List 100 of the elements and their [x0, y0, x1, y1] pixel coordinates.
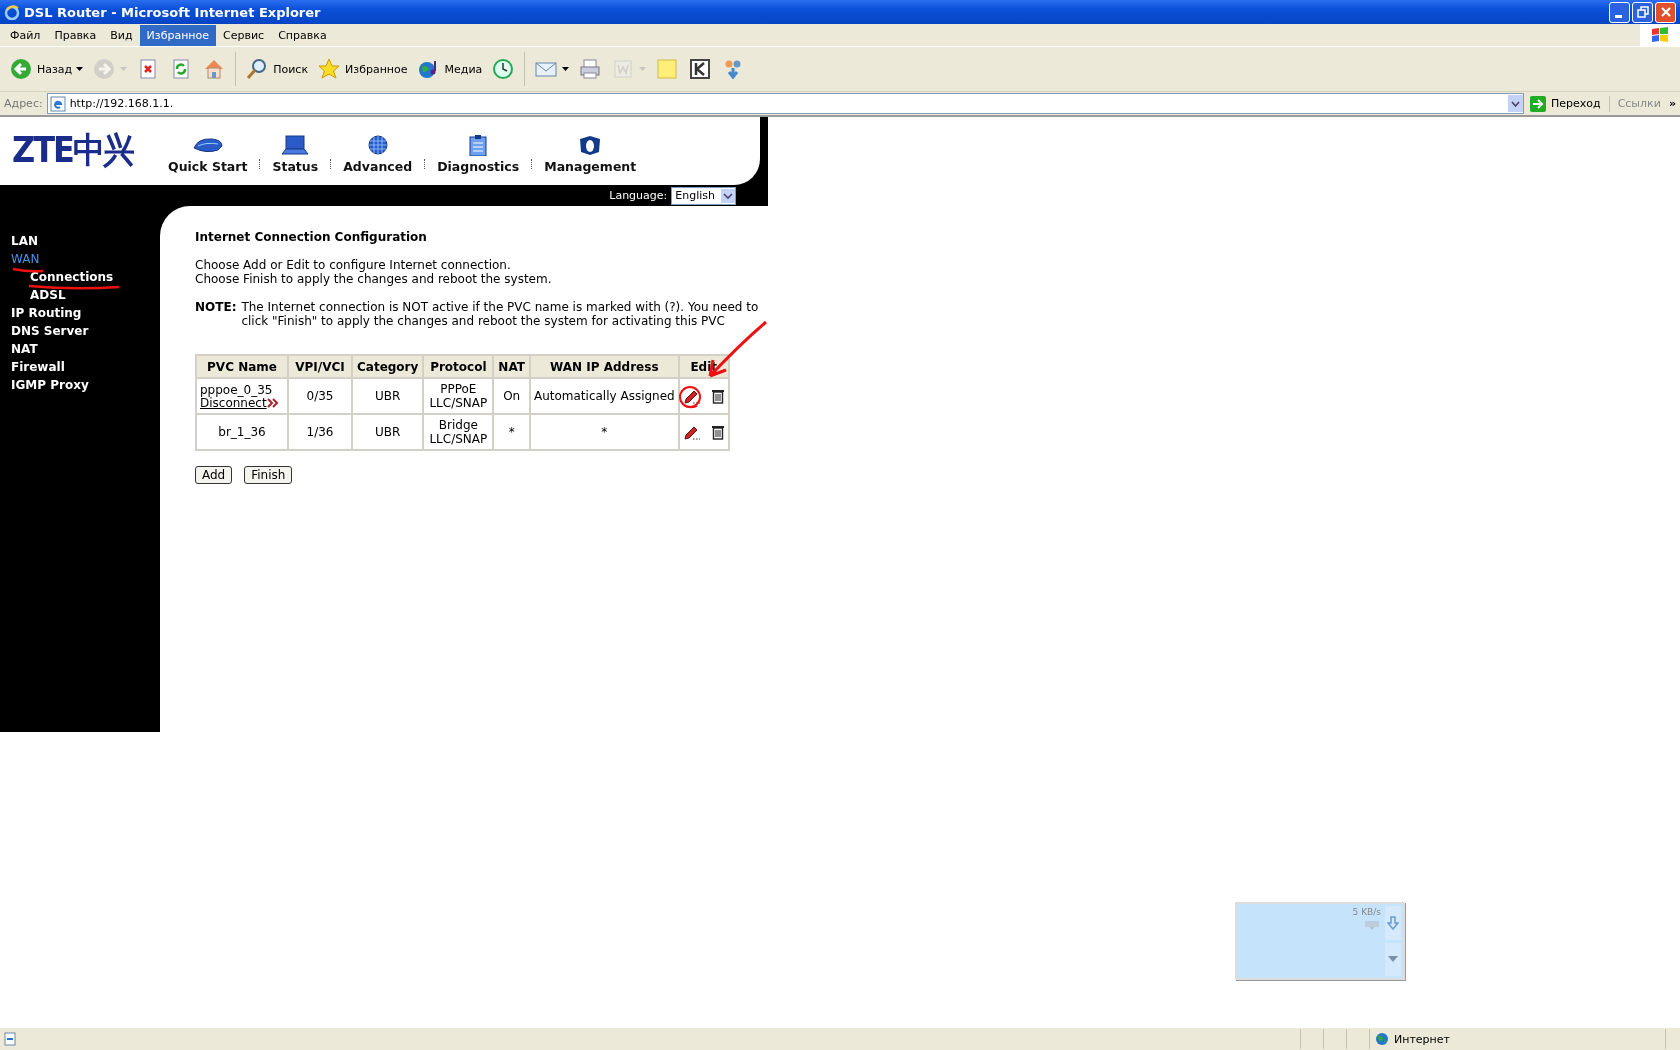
printer-icon — [578, 57, 603, 81]
instruction-text: Choose Add or Edit to configure Internet connection. — [195, 258, 512, 272]
sidebar-link[interactable]: Firewall — [11, 358, 65, 376]
sidebar-link[interactable]: NAT — [11, 340, 38, 358]
history-clock-icon — [491, 57, 516, 81]
page-heading: Internet Connection Configuration — [195, 230, 428, 244]
menu-item[interactable]: Правка — [47, 24, 104, 46]
sidebar-link[interactable]: ADSL — [11, 286, 66, 304]
minimize-button[interactable] — [1609, 1, 1630, 23]
toolbar-button[interactable]: Медиа — [413, 55, 486, 83]
column-header: Category — [352, 355, 424, 378]
delete-button[interactable] — [710, 424, 725, 440]
triangle-down-icon — [1388, 956, 1398, 963]
browser-icon — [4, 4, 20, 20]
address-label: Адрес: — [4, 97, 43, 110]
caret-icon — [76, 67, 84, 71]
expand-button[interactable] — [1385, 942, 1401, 976]
caret-icon — [639, 67, 647, 71]
download-button[interactable] — [1385, 906, 1401, 940]
nav-link[interactable]: Advanced — [343, 128, 413, 174]
pvc-name: pppoe_0_35 — [200, 383, 273, 397]
column-header: WAN IP Address — [529, 355, 679, 378]
minimize-icon — [1614, 14, 1622, 18]
table-cell: UBR — [375, 425, 401, 439]
form-button[interactable]: Finish — [244, 466, 293, 484]
more-chevron[interactable]: » — [1668, 97, 1676, 110]
menu-item[interactable]: Файл — [3, 24, 48, 46]
instruction-text: Choose Finish to apply the changes and reboot the system. — [195, 272, 553, 286]
table-cell: * — [508, 425, 515, 439]
nav-link[interactable]: Status — [272, 128, 319, 174]
column-header: Protocol — [423, 355, 494, 378]
sidebar-link[interactable]: WAN — [11, 250, 40, 268]
page-icon — [3, 1032, 17, 1046]
address-field[interactable]: http://192.168.1.1. — [46, 93, 1524, 114]
caret-icon — [120, 67, 128, 71]
table-cell: Automatically Assigned — [533, 389, 675, 403]
windows-flag-icon — [1651, 27, 1669, 43]
table-cell: * — [601, 425, 608, 439]
edit-button[interactable] — [682, 388, 701, 404]
page-e-icon — [49, 95, 66, 112]
close-button[interactable] — [1655, 1, 1676, 23]
close-icon — [1659, 6, 1672, 18]
laptop-icon — [279, 134, 312, 156]
brand-logo: ZTE中兴 — [11, 128, 135, 173]
sidebar-link[interactable]: Connections — [11, 268, 114, 286]
sticky-note-icon — [655, 57, 680, 81]
note-label: NOTE: — [195, 300, 237, 316]
delete-button[interactable] — [710, 388, 725, 404]
dropdown-button[interactable] — [1508, 95, 1523, 112]
caret-icon — [562, 67, 570, 71]
restore-button[interactable] — [1632, 1, 1653, 23]
column-header: VPI/VCI — [288, 355, 352, 378]
language-label: Language: — [609, 189, 668, 202]
speed-text: 5 KB/s — [1352, 907, 1381, 917]
language-select[interactable]: English — [671, 186, 736, 205]
menu-item[interactable]: Избранное — [139, 24, 217, 46]
table-cell: 0/35 — [306, 389, 334, 403]
table-cell: On — [503, 389, 521, 403]
form-button[interactable]: Add — [195, 466, 233, 484]
arrow-right-icon — [1530, 95, 1546, 112]
toolbar-button[interactable]: Назад — [6, 55, 87, 83]
trash-can-icon — [710, 424, 725, 440]
sidebar-link[interactable]: IP Routing — [11, 304, 82, 322]
zone-text: Интернет — [1394, 1032, 1450, 1046]
note-text: The Internet connection is NOT active if the PVC name is marked with (?). You need to click "Finish" to apply the changes and reboot the system for activating this PVC — [241, 300, 760, 328]
annotation-underline — [12, 267, 44, 273]
pencil-icon — [682, 424, 701, 440]
sidebar-link[interactable]: LAN — [11, 232, 38, 250]
double-chevron-icon — [266, 398, 279, 408]
star-icon — [317, 57, 342, 81]
menu-item[interactable]: Справка — [271, 24, 334, 46]
table-cell: UBR — [375, 389, 401, 403]
pencil-icon — [682, 388, 701, 404]
menu-item[interactable]: Вид — [103, 24, 140, 46]
table-cell: PPPoE LLC/SNAP — [429, 382, 488, 410]
disconnect-link[interactable]: Disconnect — [200, 396, 267, 410]
table-cell: 1/36 — [306, 425, 334, 439]
trash-can-icon — [710, 388, 725, 404]
sidebar-link[interactable]: IGMP Proxy — [11, 376, 89, 394]
globe-icon — [1375, 1032, 1389, 1046]
go-button[interactable]: Переход — [1528, 95, 1610, 112]
letter-k-icon — [688, 57, 713, 81]
window-title: DSL Router - Microsoft Internet Explorer — [24, 4, 321, 20]
table-cell: Bridge LLC/SNAP — [429, 418, 488, 446]
edit-button[interactable] — [682, 424, 701, 440]
nav-link[interactable]: Diagnostics — [437, 128, 520, 174]
column-header: PVC Name — [196, 355, 288, 378]
nav-link[interactable]: Management — [544, 128, 637, 174]
menu-item[interactable]: Сервис — [216, 24, 272, 46]
toolbar-button[interactable]: Поиск — [242, 55, 312, 83]
chevron-down-icon — [1511, 100, 1520, 107]
annotation-circle — [677, 384, 703, 410]
table-cell-text: br_1_36 — [217, 425, 267, 439]
nav-link[interactable]: Quick Start — [168, 128, 248, 174]
sidebar-link[interactable]: DNS Server — [11, 322, 89, 340]
chevron-down-icon — [721, 188, 735, 203]
toolbar-button[interactable]: Избранное — [314, 55, 411, 83]
restore-icon — [1636, 6, 1649, 18]
column-header: NAT — [493, 355, 530, 378]
download-arrow-icon — [1387, 915, 1399, 930]
